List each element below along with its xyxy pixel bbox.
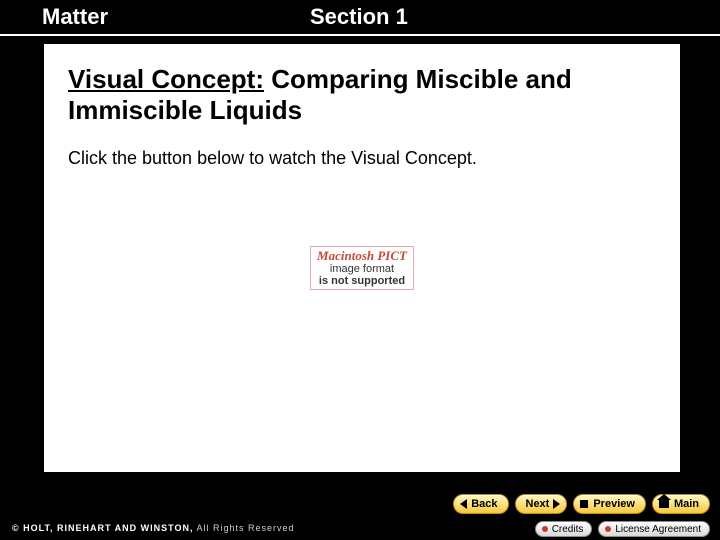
main-label: Main <box>674 498 699 510</box>
dot-icon <box>605 526 611 532</box>
slide-stage: Matter Section 1 Visual Concept: Compari… <box>0 0 720 540</box>
copyright-rest: All Rights Reserved <box>193 523 294 533</box>
slide-body: Visual Concept: Comparing Miscible and I… <box>44 44 680 472</box>
nav-row: Back Next Preview Main <box>453 494 710 514</box>
credits-label: Credits <box>552 524 584 535</box>
arrow-left-icon <box>460 499 467 509</box>
copyright-brand: © HOLT, RINEHART AND WINSTON, <box>12 523 193 533</box>
image-placeholder[interactable]: Macintosh PICT image format is not suppo… <box>310 246 414 290</box>
preview-button[interactable]: Preview <box>573 494 646 514</box>
header-bar: Matter Section 1 <box>0 0 720 36</box>
next-button[interactable]: Next <box>515 494 568 514</box>
copyright-text: © HOLT, RINEHART AND WINSTON, All Rights… <box>0 523 295 533</box>
slide-instruction: Click the button below to watch the Visu… <box>46 132 678 169</box>
back-label: Back <box>471 498 497 510</box>
slide-title: Visual Concept: Comparing Miscible and I… <box>46 46 678 132</box>
back-button[interactable]: Back <box>453 494 508 514</box>
arrow-right-icon <box>553 499 560 509</box>
placeholder-line3: is not supported <box>317 275 407 287</box>
copyright-row: © HOLT, RINEHART AND WINSTON, All Rights… <box>0 516 720 540</box>
placeholder-line2: image format <box>317 263 407 275</box>
home-icon <box>659 500 669 508</box>
license-button[interactable]: License Agreement <box>598 521 710 537</box>
footer-buttons: Credits License Agreement <box>535 521 710 537</box>
credits-button[interactable]: Credits <box>535 521 593 537</box>
dot-icon <box>542 526 548 532</box>
header-left-label: Matter <box>0 4 310 30</box>
preview-label: Preview <box>593 498 635 510</box>
footer: Back Next Preview Main © HOLT, RINEHART … <box>0 490 720 540</box>
main-button[interactable]: Main <box>652 494 710 514</box>
placeholder-line1: Macintosh PICT <box>317 249 407 263</box>
header-right-label: Section 1 <box>310 4 408 30</box>
license-label: License Agreement <box>615 524 701 535</box>
next-label: Next <box>526 498 550 510</box>
slide-title-prefix: Visual Concept: <box>68 64 264 94</box>
preview-icon <box>580 500 588 508</box>
